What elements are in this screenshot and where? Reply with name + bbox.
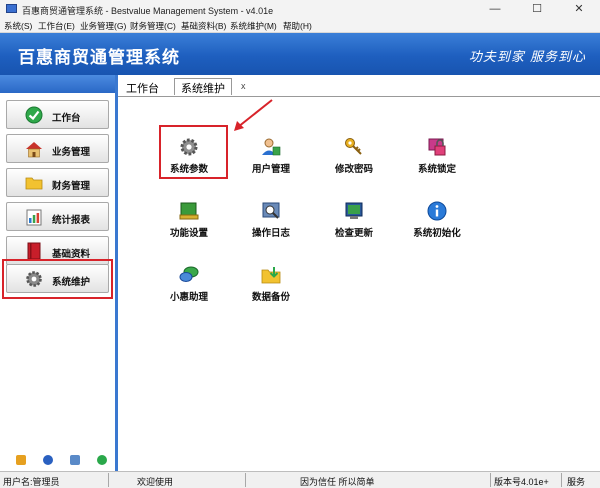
function-settings-icon — [179, 201, 199, 221]
menu-business[interactable]: 业务管理(G) — [80, 20, 126, 32]
clock-icon[interactable] — [43, 455, 53, 465]
sidebar-item-label: 业务管理 — [52, 147, 91, 158]
sidebar-header — [0, 75, 115, 93]
menu-help[interactable]: 帮助(H) — [283, 20, 312, 32]
selection-highlight — [159, 125, 228, 179]
sidebar-item-finance[interactable]: 财务管理 — [6, 168, 109, 197]
tile-label: 系统锁定 — [417, 164, 456, 175]
tab-strip: 工作台 系统维护 x — [118, 75, 600, 97]
tile-label: 功能设置 — [169, 228, 208, 239]
tile-label: 系统初始化 — [413, 228, 461, 239]
check-circle-icon — [25, 106, 43, 124]
selection-highlight — [2, 259, 113, 299]
tile-label: 数据备份 — [251, 292, 290, 303]
lock-icon — [427, 137, 447, 157]
sidebar-item-label: 基础资料 — [52, 249, 91, 260]
tile-assistant[interactable]: 小惠助理 — [153, 261, 225, 309]
tab-workbench[interactable]: 工作台 — [126, 80, 159, 97]
status-welcome: 欢迎使用 — [137, 477, 174, 487]
tile-system-init[interactable]: 系统初始化 — [401, 197, 473, 245]
status-divider — [245, 473, 246, 487]
banner-slogan: 功夫到家 服务到心 — [468, 50, 586, 65]
tile-user-management[interactable]: 用户管理 — [235, 133, 307, 181]
sidebar-item-workbench[interactable]: 工作台 — [6, 100, 109, 129]
backup-icon — [261, 265, 281, 285]
status-divider — [108, 473, 109, 487]
window-title: 百惠商贸通管理系统 - Bestvalue Management System … — [22, 6, 274, 16]
sidebar-item-label: 财务管理 — [52, 181, 91, 192]
chat-bubbles-icon — [179, 265, 199, 285]
status-divider — [490, 473, 491, 487]
info-icon — [427, 201, 447, 221]
tab-system-maintenance[interactable]: 系统维护 — [174, 78, 232, 95]
tile-label: 修改密码 — [334, 164, 373, 175]
menu-workbench[interactable]: 工作台(E) — [38, 20, 75, 32]
tile-system-lock[interactable]: 系统锁定 — [401, 133, 473, 181]
window-icon[interactable] — [70, 455, 80, 465]
tab-close-button[interactable]: x — [241, 81, 246, 91]
status-service: 服务 — [567, 477, 586, 487]
tile-function-settings[interactable]: 功能设置 — [153, 197, 225, 245]
status-motto: 因为信任 所以简单 — [300, 477, 375, 487]
sidebar: 工作台 业务管理 财务管理 统计报表 基础资料 系统维护 — [0, 75, 118, 471]
folder-icon — [25, 174, 43, 192]
tile-label: 检查更新 — [334, 228, 373, 239]
close-button[interactable]: ✕ — [558, 0, 600, 18]
red-book-icon — [25, 242, 43, 260]
maximize-button[interactable]: ☐ — [516, 0, 558, 18]
menu-system-maintenance[interactable]: 系统维护(M) — [230, 20, 277, 32]
sidebar-item-label: 工作台 — [52, 113, 81, 124]
house-icon — [25, 140, 43, 158]
sidebar-item-business[interactable]: 业务管理 — [6, 134, 109, 163]
banner-title: 百惠商贸通管理系统 — [18, 48, 180, 67]
menu-system[interactable]: 系统(S) — [4, 20, 32, 32]
tile-label: 用户管理 — [251, 164, 290, 175]
status-divider — [561, 473, 562, 487]
report-chart-icon — [25, 208, 43, 226]
status-bar: 用户名:管理员 欢迎使用 因为信任 所以简单 版本号4.01e+ 服务 — [0, 471, 600, 488]
content-panel: 系统参数 用户管理 修改密码 系统锁定 功能设置 操作日志 检查更新 系统初始化… — [118, 96, 600, 471]
key-icon — [344, 137, 364, 157]
status-user: 用户名:管理员 — [3, 477, 60, 487]
status-version: 版本号4.01e+ — [494, 477, 549, 487]
user-icon — [261, 137, 281, 157]
red-arrow-annotation — [234, 99, 273, 131]
tile-check-update[interactable]: 检查更新 — [318, 197, 390, 245]
update-icon — [344, 201, 364, 221]
menu-finance[interactable]: 财务管理(C) — [130, 20, 176, 32]
app-icon — [6, 4, 17, 13]
tile-label: 小惠助理 — [169, 292, 208, 303]
banner: 百惠商贸通管理系统 功夫到家 服务到心 — [0, 33, 600, 75]
tile-label: 操作日志 — [251, 228, 290, 239]
minimize-button[interactable]: — — [474, 0, 516, 18]
tile-change-password[interactable]: 修改密码 — [318, 133, 390, 181]
sidebar-item-label: 统计报表 — [52, 215, 91, 226]
add-icon[interactable] — [97, 455, 107, 465]
tile-data-backup[interactable]: 数据备份 — [235, 261, 307, 309]
sidebar-item-reports[interactable]: 统计报表 — [6, 202, 109, 231]
log-icon — [261, 201, 281, 221]
title-bar: 百惠商贸通管理系统 - Bestvalue Management System … — [0, 0, 600, 18]
tile-operation-log[interactable]: 操作日志 — [235, 197, 307, 245]
menu-bar: 系统(S) 工作台(E) 业务管理(G) 财务管理(C) 基础资料(B) 系统维… — [0, 18, 600, 33]
tool-icon[interactable] — [16, 455, 26, 465]
menu-basic-data[interactable]: 基础资料(B) — [181, 20, 226, 32]
